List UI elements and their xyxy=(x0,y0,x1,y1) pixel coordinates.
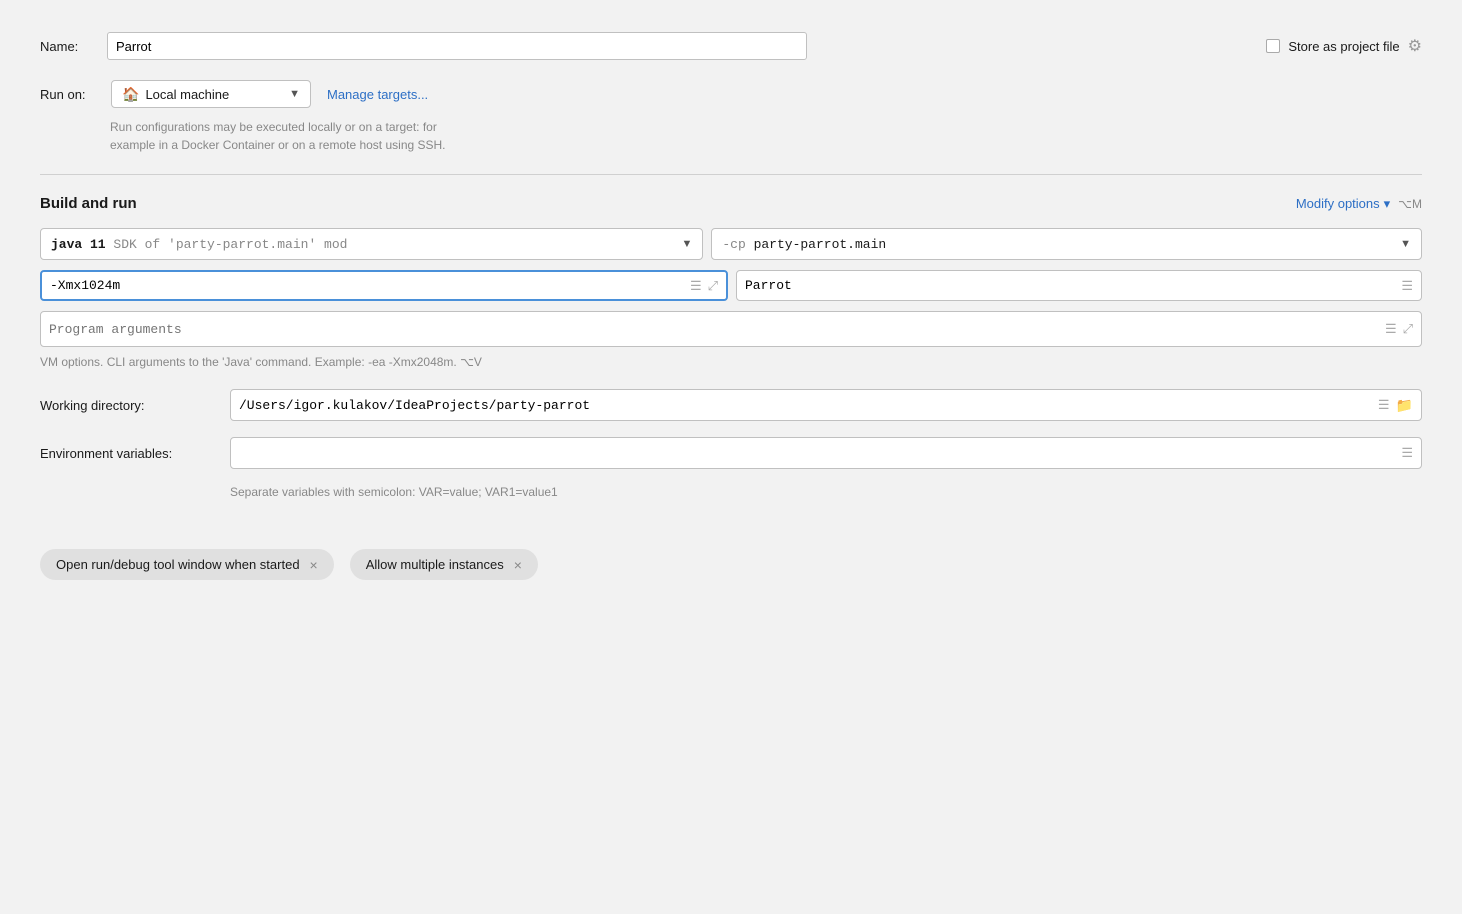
vm-icons: ☰ ⤢ xyxy=(682,278,726,294)
vm-main-row: ☰ ⤢ ☰ xyxy=(40,270,1422,301)
chip-allow-multiple-instances-label: Allow multiple instances xyxy=(366,557,504,572)
runon-row: Run on: 🏠 Local machine ▼ Manage targets… xyxy=(40,80,1422,108)
name-label: Name: xyxy=(40,39,95,54)
prog-args-icons: ☰ ⤢ xyxy=(1377,321,1421,337)
runon-select-text: Local machine xyxy=(145,87,283,102)
runon-select[interactable]: 🏠 Local machine ▼ xyxy=(111,80,311,108)
env-vars-icons: ☰ xyxy=(1393,445,1421,461)
name-input[interactable] xyxy=(107,32,807,60)
modify-options-label: Modify options xyxy=(1296,196,1380,211)
vm-hint: VM options. CLI arguments to the 'Java' … xyxy=(40,355,1422,369)
folder-icon[interactable]: 📁 xyxy=(1396,397,1413,414)
working-dir-icons: ☰ 📁 xyxy=(1370,397,1421,414)
chips-row: Open run/debug tool window when started … xyxy=(40,549,1422,580)
sdk-row: java 11 SDK of 'party-parrot.main' mod ▼… xyxy=(40,228,1422,260)
sdk-select[interactable]: java 11 SDK of 'party-parrot.main' mod ▼ xyxy=(40,228,703,260)
main-class-wrap: ☰ xyxy=(736,270,1422,301)
chevron-down-icon: ▼ xyxy=(289,88,300,100)
divider xyxy=(40,174,1422,175)
chip-open-tool-window-label: Open run/debug tool window when started xyxy=(56,557,300,572)
vm-options-wrap: ☰ ⤢ xyxy=(40,270,728,301)
list-icon[interactable]: ☰ xyxy=(1401,278,1413,293)
working-dir-input-wrap: ☰ 📁 xyxy=(230,389,1422,421)
modify-options-shortcut: ⌥M xyxy=(1398,197,1422,211)
list-icon[interactable]: ☰ xyxy=(690,278,702,294)
chip-allow-multiple-instances-close[interactable]: × xyxy=(514,558,522,572)
store-project-checkbox[interactable] xyxy=(1266,39,1280,53)
sdk-version-bold: java 11 xyxy=(51,237,106,252)
cp-select-text: -cp party-parrot.main xyxy=(722,237,1394,252)
program-args-wrap: ☰ ⤢ xyxy=(40,311,1422,347)
chip-open-tool-window: Open run/debug tool window when started … xyxy=(40,549,334,580)
list-icon[interactable]: ☰ xyxy=(1385,321,1397,337)
env-vars-input[interactable] xyxy=(231,442,1393,465)
list-icon[interactable]: ☰ xyxy=(1378,397,1390,414)
working-dir-row: Working directory: ☰ 📁 xyxy=(40,389,1422,421)
main-class-input[interactable] xyxy=(737,272,1393,299)
sdk-chevron-down-icon: ▼ xyxy=(681,238,692,250)
working-dir-input[interactable] xyxy=(231,394,1370,417)
cp-chevron-down-icon: ▼ xyxy=(1400,238,1411,250)
chip-allow-multiple-instances: Allow multiple instances × xyxy=(350,549,538,580)
env-vars-input-wrap: ☰ xyxy=(230,437,1422,469)
chip-open-tool-window-close[interactable]: × xyxy=(310,558,318,572)
name-left: Name: xyxy=(40,32,1266,60)
runon-label: Run on: xyxy=(40,87,95,102)
program-args-input[interactable] xyxy=(41,316,1377,343)
env-hint: Separate variables with semicolon: VAR=v… xyxy=(230,485,1422,499)
section-title: Build and run xyxy=(40,195,137,212)
main-class-icons: ☰ xyxy=(1393,278,1421,294)
run-config-dialog: Name: Store as project file ⚙ Run on: 🏠 … xyxy=(0,0,1462,914)
env-vars-row: Environment variables: ☰ xyxy=(40,437,1422,469)
sdk-select-text: java 11 SDK of 'party-parrot.main' mod xyxy=(51,237,675,252)
expand-icon[interactable]: ⤢ xyxy=(1403,321,1413,337)
expand-icon[interactable]: ⤢ xyxy=(708,278,718,294)
vm-options-input[interactable] xyxy=(42,272,682,299)
runon-hint: Run configurations may be executed local… xyxy=(110,118,1422,154)
sdk-module-dim: SDK of 'party-parrot.main' mod xyxy=(106,237,348,252)
chevron-down-icon: ▾ xyxy=(1384,196,1391,212)
store-project-label: Store as project file xyxy=(1288,39,1399,54)
manage-targets-link[interactable]: Manage targets... xyxy=(327,87,428,102)
modify-options-button[interactable]: Modify options ▾ ⌥M xyxy=(1296,196,1422,212)
cp-bold: party-parrot.main xyxy=(746,237,886,252)
env-vars-label: Environment variables: xyxy=(40,446,230,461)
list-icon[interactable]: ☰ xyxy=(1401,445,1413,461)
gear-icon[interactable]: ⚙ xyxy=(1408,36,1422,56)
store-project-file-row: Store as project file ⚙ xyxy=(1266,36,1422,56)
house-icon: 🏠 xyxy=(122,86,139,103)
cp-select[interactable]: -cp party-parrot.main ▼ xyxy=(711,228,1422,260)
working-dir-label: Working directory: xyxy=(40,398,230,413)
name-row: Name: Store as project file ⚙ xyxy=(40,32,1422,60)
section-header: Build and run Modify options ▾ ⌥M xyxy=(40,195,1422,212)
cp-dim: -cp xyxy=(722,237,745,252)
